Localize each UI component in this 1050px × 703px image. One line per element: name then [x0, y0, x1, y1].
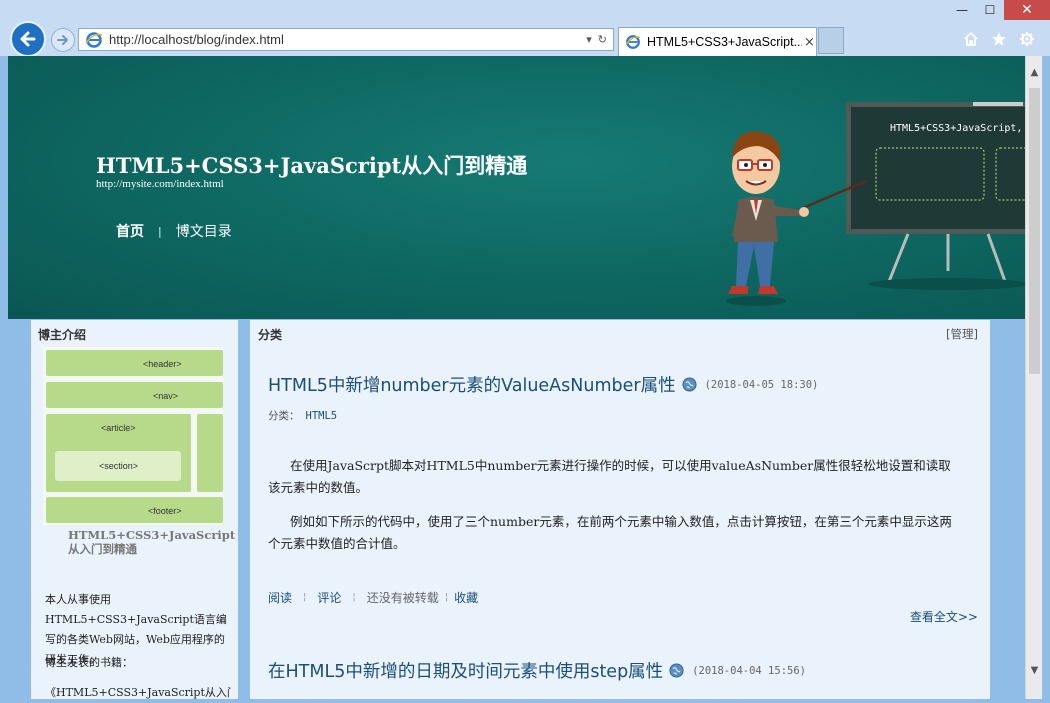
- tab-title: HTML5+CSS3+JavaScript...: [647, 35, 802, 49]
- category-label: 分类：: [268, 410, 300, 422]
- maximize-button[interactable]: ☐: [976, 0, 1004, 20]
- teacher-illustration: HTML5+CSS3+JavaScript,: [726, 102, 1025, 306]
- read-more-link[interactable]: 查看全文>>: [910, 608, 978, 625]
- read-link[interactable]: 阅读: [268, 589, 292, 606]
- article-title[interactable]: 在HTML5中新增的日期及时间元素中使用step属性: [268, 658, 663, 683]
- vertical-scrollbar[interactable]: ▲ ▼: [1025, 56, 1042, 699]
- article-item: HTML5中新增number元素的ValueAsNumber属性 (2018-0…: [268, 372, 980, 606]
- block-footer-label: <footer>: [148, 506, 182, 516]
- article-date: (2018-04-05 18:30): [704, 378, 819, 391]
- globe-icon: [669, 663, 684, 678]
- minimize-button[interactable]: —: [948, 0, 976, 20]
- home-icon[interactable]: [962, 30, 980, 48]
- comment-link[interactable]: 评论: [317, 589, 341, 606]
- author-sidebar: 博主介绍 <header> <nav> <article> <section> …: [31, 320, 238, 699]
- book-caption: HTML5+CSS3+JavaScript从入门到精通: [68, 528, 236, 556]
- article-date: (2018-04-04 15:56): [692, 664, 806, 677]
- books-label: 博主发表的书籍：: [45, 656, 133, 669]
- new-tab-button[interactable]: [818, 27, 844, 54]
- close-window-button[interactable]: ✕: [1004, 0, 1050, 20]
- address-bar[interactable]: http://localhost/blog/index.html ▾ ↻: [78, 28, 614, 51]
- blog-banner: HTML5+CSS3+JavaScript从入门到精通 http://mysit…: [8, 56, 1025, 319]
- content-title: 分类: [258, 328, 283, 342]
- globe-icon: [682, 377, 697, 392]
- arrow-left-icon: [20, 31, 36, 47]
- repost-status: 还没有被转载: [366, 591, 439, 605]
- nav-home[interactable]: 首页: [116, 221, 144, 241]
- block-article-label: <article>: [101, 423, 136, 433]
- sidebar-title: 博主介绍: [38, 328, 87, 342]
- address-url[interactable]: http://localhost/blog/index.html: [109, 32, 586, 47]
- scroll-thumb[interactable]: [1029, 88, 1040, 374]
- blog-title: HTML5+CSS3+JavaScript从入门到精通: [96, 153, 528, 178]
- book-link[interactable]: 《HTML5+CSS3+JavaScript从入门: [45, 684, 231, 699]
- article-category-row: 分类： HTML5: [268, 408, 980, 423]
- browser-tools: [962, 30, 1036, 48]
- scroll-up-icon[interactable]: ▲: [1026, 64, 1043, 81]
- category-link[interactable]: HTML5: [306, 410, 338, 422]
- book-cover-image: <header> <nav> <article> <section> <foot…: [43, 347, 223, 525]
- settings-gear-icon[interactable]: [1018, 30, 1036, 48]
- ie-logo-icon: [85, 31, 103, 48]
- article-title-row: 在HTML5中新增的日期及时间元素中使用step属性 (2018-04-04 1…: [268, 658, 980, 683]
- tab-close-icon[interactable]: ×: [804, 35, 815, 50]
- browser-tab[interactable]: HTML5+CSS3+JavaScript... ×: [618, 27, 817, 56]
- board-text: HTML5+CSS3+JavaScript,: [890, 123, 1022, 134]
- manage-link[interactable]: [管理]: [946, 326, 978, 342]
- block-section-label: <section>: [99, 461, 138, 471]
- article-title[interactable]: HTML5中新增number元素的ValueAsNumber属性: [268, 372, 676, 397]
- blog-nav: 首页 | 博文目录: [116, 221, 232, 241]
- arrow-right-icon: [57, 35, 68, 45]
- article-paragraph: 在使用JavaScrpt脚本对HTML5中number元素进行操作的时候，可以使…: [268, 458, 951, 495]
- article-item: 在HTML5中新增的日期及时间元素中使用step属性 (2018-04-04 1…: [268, 658, 980, 683]
- main-content: 分类 [管理] HTML5中新增number元素的ValueAsNumber属性…: [250, 320, 990, 699]
- scroll-down-icon[interactable]: ▼: [1026, 662, 1043, 679]
- blog-url[interactable]: http://mysite.com/index.html: [96, 178, 224, 190]
- block-nav-label: <nav>: [153, 391, 178, 401]
- browser-chrome: — ☐ ✕ http://localhost/blog/index.html ▾…: [0, 0, 1050, 57]
- block-header-label: <header>: [143, 359, 182, 369]
- tab-ie-icon: [625, 35, 641, 49]
- nav-separator: |: [158, 224, 162, 238]
- favorites-star-icon[interactable]: [990, 30, 1008, 48]
- article-paragraph: 例如如下所示的代码中，使用了三个number元素，在前两个元素中输入数值，点击计…: [268, 514, 952, 551]
- article-actions: 阅读 ¦ 评论 ¦ 还没有被转载 ¦ 收藏: [268, 589, 479, 606]
- forward-button[interactable]: [51, 28, 75, 52]
- page-viewport: HTML5+CSS3+JavaScript从入门到精通 http://mysit…: [8, 56, 1025, 699]
- back-button[interactable]: [10, 21, 46, 57]
- address-dropdown-icon[interactable]: ▾: [586, 33, 592, 46]
- article-title-row: HTML5中新增number元素的ValueAsNumber属性 (2018-0…: [268, 372, 980, 397]
- window-controls: — ☐ ✕: [948, 0, 1050, 22]
- favorite-link[interactable]: 收藏: [454, 589, 478, 606]
- nav-catalog[interactable]: 博文目录: [176, 221, 232, 241]
- refresh-icon[interactable]: ↻: [598, 33, 607, 46]
